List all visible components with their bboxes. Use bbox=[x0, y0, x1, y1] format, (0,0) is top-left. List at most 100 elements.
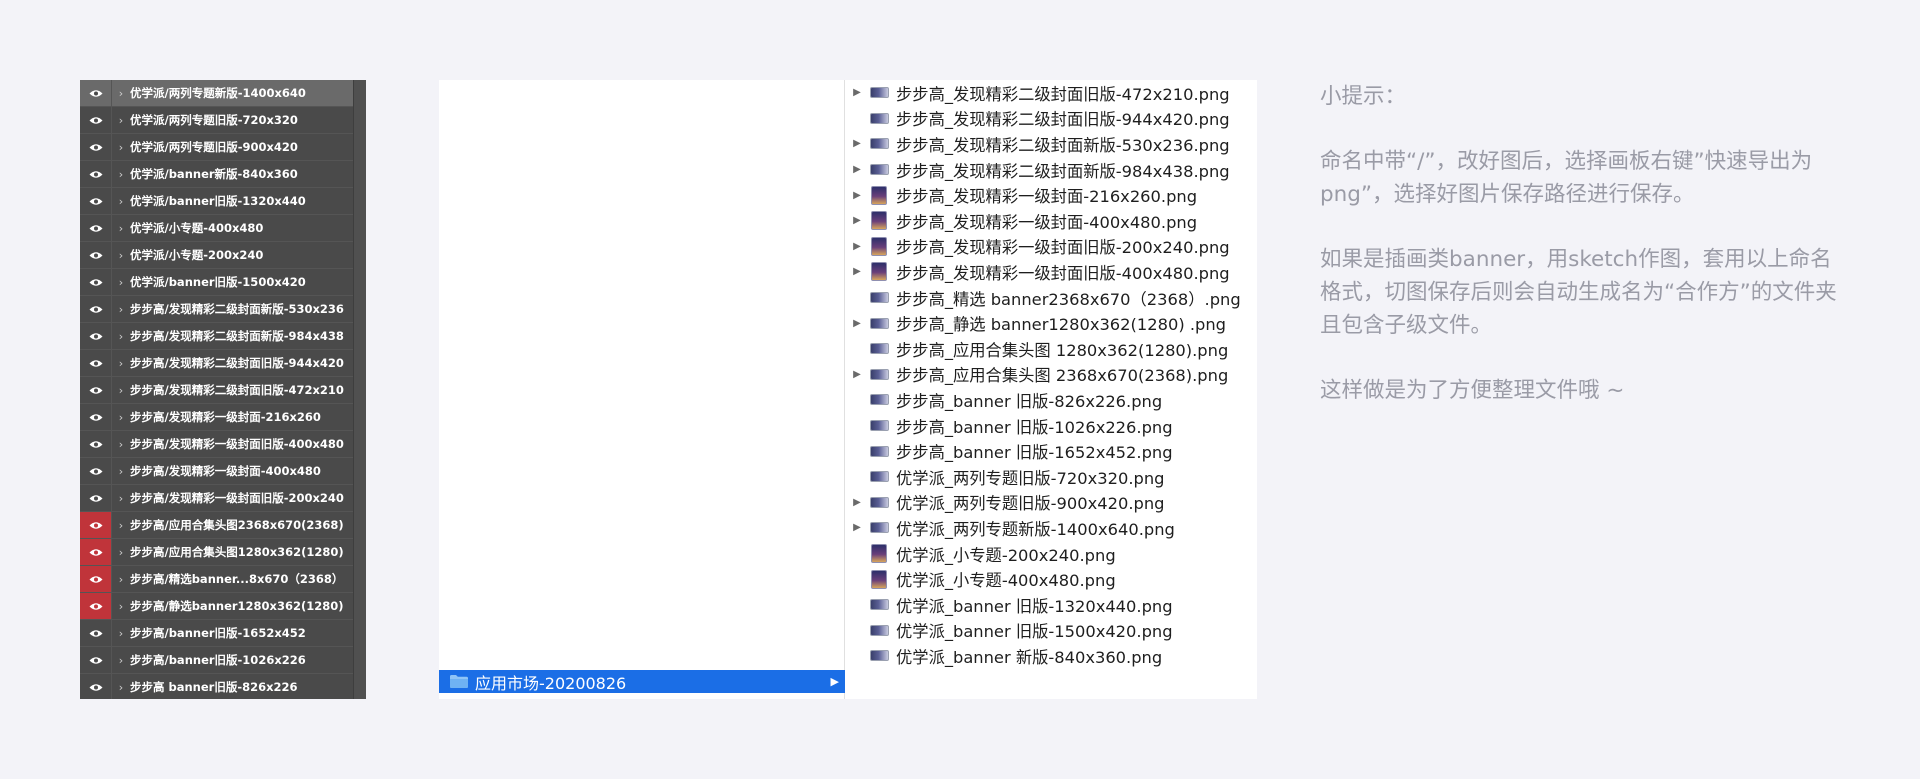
disclosure-triangle-icon[interactable]: ▶ bbox=[845, 138, 869, 149]
file-row[interactable]: ▶ 步步高_应用合集头图 2368x670(2368).png bbox=[845, 362, 1257, 388]
file-row[interactable]: 步步高_精选 banner2368x670（2368）.png bbox=[845, 285, 1257, 311]
disclosure-triangle-icon[interactable]: ▶ bbox=[845, 497, 869, 508]
chevron-right-icon[interactable]: › bbox=[112, 357, 130, 370]
chevron-right-icon[interactable]: › bbox=[112, 654, 130, 667]
visibility-toggle[interactable] bbox=[80, 593, 112, 619]
visibility-toggle[interactable] bbox=[80, 80, 112, 106]
file-row[interactable]: 步步高_应用合集头图 1280x362(1280).png bbox=[845, 336, 1257, 362]
visibility-toggle[interactable] bbox=[80, 350, 112, 376]
file-row[interactable]: ▶ 步步高_发现精彩一级封面旧版-400x480.png bbox=[845, 259, 1257, 285]
disclosure-triangle-icon[interactable]: ▶ bbox=[845, 522, 869, 533]
layer-row[interactable]: › 步步高/应用合集头图1280x362(1280) bbox=[80, 539, 366, 566]
layer-row[interactable]: › 步步高/发现精彩一级封面-400x480 bbox=[80, 458, 366, 485]
file-row[interactable]: ▶ 步步高_发现精彩一级封面-400x480.png bbox=[845, 208, 1257, 234]
chevron-right-icon[interactable]: › bbox=[112, 276, 130, 289]
layer-row[interactable]: › 步步高/发现精彩二级封面旧版-472x210 bbox=[80, 377, 366, 404]
visibility-toggle[interactable] bbox=[80, 566, 112, 592]
file-row[interactable]: ▶ 步步高_发现精彩二级封面新版-984x438.png bbox=[845, 157, 1257, 183]
file-row[interactable]: ▶ 步步高_发现精彩二级封面新版-530x236.png bbox=[845, 131, 1257, 157]
visibility-toggle[interactable] bbox=[80, 269, 112, 295]
file-row[interactable]: ▶ 步步高_发现精彩二级封面旧版-472x210.png bbox=[845, 80, 1257, 106]
layer-row[interactable]: › 优学派/banner旧版-1500x420 bbox=[80, 269, 366, 296]
disclosure-triangle-icon[interactable]: ▶ bbox=[845, 369, 869, 380]
chevron-right-icon[interactable]: › bbox=[112, 141, 130, 154]
layer-row[interactable]: › 步步高/发现精彩二级封面旧版-944x420 bbox=[80, 350, 366, 377]
layer-row[interactable]: › 步步高/发现精彩一级封面旧版-400x480 bbox=[80, 431, 366, 458]
disclosure-triangle-icon[interactable]: ▶ bbox=[845, 266, 869, 277]
chevron-right-icon[interactable]: › bbox=[112, 411, 130, 424]
file-row[interactable]: 步步高_banner 旧版-1026x226.png bbox=[845, 413, 1257, 439]
file-row[interactable]: ▶ 步步高_发现精彩一级封面-216x260.png bbox=[845, 182, 1257, 208]
visibility-toggle[interactable] bbox=[80, 188, 112, 214]
layer-row[interactable]: › 步步高/banner旧版-1026x226 bbox=[80, 647, 366, 674]
chevron-right-icon[interactable]: › bbox=[112, 519, 130, 532]
chevron-right-icon[interactable]: › bbox=[112, 546, 130, 559]
file-row[interactable]: 步步高_发现精彩二级封面旧版-944x420.png bbox=[845, 106, 1257, 132]
layer-row[interactable]: › 步步高/静选banner1280x362(1280) bbox=[80, 593, 366, 620]
file-row[interactable]: 优学派_两列专题旧版-720x320.png bbox=[845, 464, 1257, 490]
chevron-right-icon[interactable]: › bbox=[112, 681, 130, 694]
file-row[interactable]: 步步高_banner 旧版-826x226.png bbox=[845, 387, 1257, 413]
chevron-right-icon[interactable]: › bbox=[112, 384, 130, 397]
visibility-toggle[interactable] bbox=[80, 134, 112, 160]
disclosure-triangle-icon[interactable]: ▶ bbox=[845, 241, 869, 252]
file-row[interactable]: 优学派_小专题-400x480.png bbox=[845, 566, 1257, 592]
visibility-toggle[interactable] bbox=[80, 107, 112, 133]
layer-row[interactable]: › 优学派/两列专题新版-1400x640 bbox=[80, 80, 366, 107]
layer-row[interactable]: › 步步高/发现精彩一级封面旧版-200x240 bbox=[80, 485, 366, 512]
chevron-right-icon[interactable]: › bbox=[112, 627, 130, 640]
chevron-right-icon[interactable]: › bbox=[112, 600, 130, 613]
disclosure-triangle-icon[interactable]: ▶ bbox=[845, 215, 869, 226]
chevron-right-icon[interactable]: › bbox=[112, 168, 130, 181]
chevron-right-icon[interactable]: › bbox=[112, 303, 130, 316]
layer-row[interactable]: › 步步高/精选banner...8x670（2368） bbox=[80, 566, 366, 593]
file-row[interactable]: ▶ 优学派_两列专题新版-1400x640.png bbox=[845, 515, 1257, 541]
file-row[interactable]: ▶ 步步高_发现精彩一级封面旧版-200x240.png bbox=[845, 234, 1257, 260]
layer-row[interactable]: › 优学派/banner新版-840x360 bbox=[80, 161, 366, 188]
chevron-right-icon[interactable]: › bbox=[112, 438, 130, 451]
chevron-right-icon[interactable]: › bbox=[112, 492, 130, 505]
chevron-right-icon[interactable]: › bbox=[112, 573, 130, 586]
visibility-toggle[interactable] bbox=[80, 404, 112, 430]
chevron-right-icon[interactable]: › bbox=[112, 249, 130, 262]
layer-row[interactable]: › 优学派/banner旧版-1320x440 bbox=[80, 188, 366, 215]
layer-row[interactable]: › 步步高/应用合集头图2368x670(2368) bbox=[80, 512, 366, 539]
disclosure-triangle-icon[interactable]: ▶ bbox=[845, 190, 869, 201]
layers-scrollbar[interactable] bbox=[353, 80, 366, 699]
file-row[interactable]: 优学派_banner 新版-840x360.png bbox=[845, 643, 1257, 669]
visibility-toggle[interactable] bbox=[80, 674, 112, 699]
layer-row[interactable]: › 步步高/发现精彩二级封面新版-984x438 bbox=[80, 323, 366, 350]
file-row[interactable]: 优学派_小专题-200x240.png bbox=[845, 541, 1257, 567]
visibility-toggle[interactable] bbox=[80, 377, 112, 403]
visibility-toggle[interactable] bbox=[80, 647, 112, 673]
file-row[interactable]: ▶ 优学派_两列专题旧版-900x420.png bbox=[845, 490, 1257, 516]
layer-row[interactable]: › 步步高/发现精彩一级封面-216x260 bbox=[80, 404, 366, 431]
visibility-toggle[interactable] bbox=[80, 296, 112, 322]
disclosure-triangle-icon[interactable]: ▶ bbox=[845, 318, 869, 329]
file-row[interactable]: 步步高_banner 旧版-1652x452.png bbox=[845, 438, 1257, 464]
chevron-right-icon[interactable]: › bbox=[112, 195, 130, 208]
visibility-toggle[interactable] bbox=[80, 458, 112, 484]
layer-row[interactable]: › 优学派/两列专题旧版-720x320 bbox=[80, 107, 366, 134]
layer-row[interactable]: › 步步高 banner旧版-826x226 bbox=[80, 674, 366, 699]
visibility-toggle[interactable] bbox=[80, 242, 112, 268]
disclosure-triangle-icon[interactable]: ▶ bbox=[845, 164, 869, 175]
chevron-right-icon[interactable]: › bbox=[112, 114, 130, 127]
file-row[interactable]: ▶ 步步高_静选 banner1280x362(1280) .png bbox=[845, 310, 1257, 336]
disclosure-triangle-icon[interactable]: ▶ bbox=[845, 87, 869, 98]
layer-row[interactable]: › 优学派/小专题-200x240 bbox=[80, 242, 366, 269]
chevron-right-icon[interactable]: › bbox=[112, 330, 130, 343]
layer-row[interactable]: › 步步高/banner旧版-1652x452 bbox=[80, 620, 366, 647]
layer-row[interactable]: › 优学派/小专题-400x480 bbox=[80, 215, 366, 242]
visibility-toggle[interactable] bbox=[80, 323, 112, 349]
visibility-toggle[interactable] bbox=[80, 485, 112, 511]
visibility-toggle[interactable] bbox=[80, 431, 112, 457]
chevron-right-icon[interactable]: › bbox=[112, 465, 130, 478]
chevron-right-icon[interactable]: › bbox=[112, 222, 130, 235]
layer-row[interactable]: › 优学派/两列专题旧版-900x420 bbox=[80, 134, 366, 161]
file-row[interactable]: 优学派_banner 旧版-1320x440.png bbox=[845, 592, 1257, 618]
visibility-toggle[interactable] bbox=[80, 539, 112, 565]
visibility-toggle[interactable] bbox=[80, 620, 112, 646]
layer-row[interactable]: › 步步高/发现精彩二级封面新版-530x236 bbox=[80, 296, 366, 323]
visibility-toggle[interactable] bbox=[80, 215, 112, 241]
